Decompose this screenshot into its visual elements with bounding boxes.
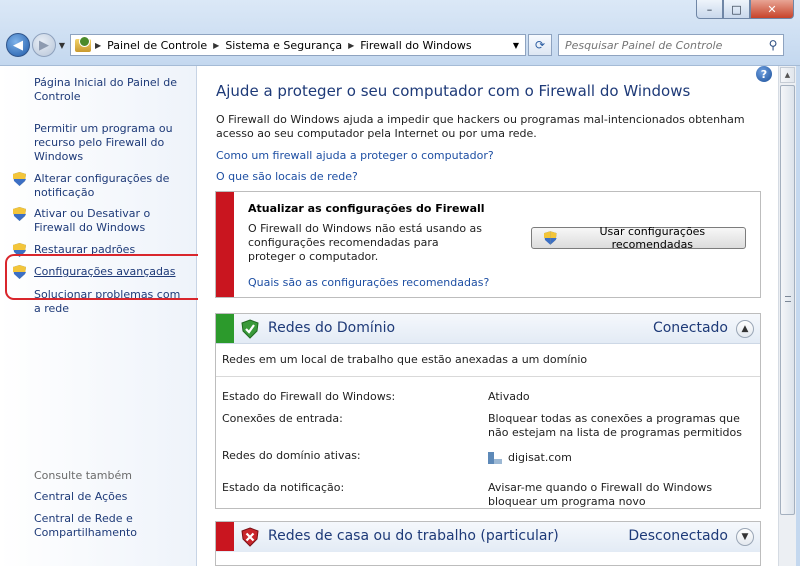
- home-panel-status: Desconectado: [628, 528, 728, 544]
- close-button[interactable]: ✕: [750, 0, 794, 19]
- sidebar-item-allow-program[interactable]: Permitir um programa ou recurso pelo Fir…: [34, 122, 184, 164]
- shield-check-icon: [241, 319, 259, 339]
- chevron-up-icon[interactable]: ▲: [736, 320, 754, 338]
- chevron-down-icon[interactable]: ▼: [736, 528, 754, 546]
- see-also-action-center[interactable]: Central de Ações: [34, 490, 184, 504]
- active-domain-networks-label: Redes do domínio ativas:: [222, 449, 361, 462]
- chevron-right-icon[interactable]: ▶: [95, 41, 101, 50]
- breadcrumb-firewall[interactable]: Firewall do Windows: [360, 39, 471, 52]
- incoming-connections-label: Conexões de entrada:: [222, 412, 343, 425]
- search-icon[interactable]: ⚲: [763, 38, 783, 52]
- chevron-right-icon[interactable]: ▶: [213, 41, 219, 50]
- see-also-network-center[interactable]: Central de Rede e Compartilhamento: [34, 512, 154, 540]
- see-also-heading: Consulte também: [34, 469, 132, 482]
- link-network-locations[interactable]: O que são locais de rede?: [216, 170, 358, 183]
- firewall-state-label: Estado do Firewall do Windows:: [222, 390, 396, 403]
- chevron-right-icon[interactable]: ▶: [348, 41, 354, 50]
- page-title: Ajude a proteger o seu computador com o …: [216, 82, 691, 100]
- sidebar-item-notifications[interactable]: Alterar configurações de notificação: [34, 172, 184, 200]
- update-panel-text: O Firewall do Windows não está usando as…: [248, 222, 483, 263]
- breadcrumb-control-panel[interactable]: Painel de Controle: [107, 39, 207, 52]
- status-bar: [216, 522, 234, 551]
- notification-state-label: Estado da notificação:: [222, 481, 345, 494]
- breadcrumb-system-security[interactable]: Sistema e Segurança: [225, 39, 342, 52]
- divider: [216, 376, 760, 377]
- uac-shield-icon: [13, 172, 26, 186]
- scroll-up-button[interactable]: ▲: [780, 67, 795, 83]
- home-panel-title: Redes de casa ou do trabalho (particular…: [268, 528, 559, 544]
- domain-panel-description: Redes em um local de trabalho que estão …: [222, 353, 588, 366]
- main-content: ? Ajude a proteger o seu computador com …: [198, 66, 778, 566]
- domain-networks-panel: Redes do Domínio Conectado ▲ Redes em um…: [215, 313, 761, 509]
- uac-shield-icon: [13, 207, 26, 221]
- uac-shield-icon: [544, 231, 557, 245]
- domain-name: digisat.com: [508, 451, 572, 464]
- window-controls: – □ ✕: [696, 0, 794, 19]
- forward-button[interactable]: ▶: [32, 33, 56, 57]
- use-recommended-settings-label: Usar configurações recomendadas: [599, 225, 706, 251]
- highlight-annotation: [5, 254, 210, 300]
- window-chrome: – □ ✕ ◀ ▶ ▼ ▶ Painel de Controle ▶ Siste…: [0, 0, 800, 66]
- active-domain-networks-value: digisat.com: [488, 451, 753, 465]
- domain-panel-title: Redes do Domínio: [268, 320, 396, 336]
- home-work-networks-panel: Redes de casa ou do trabalho (particular…: [215, 521, 761, 566]
- sidebar-item-toggle-firewall[interactable]: Ativar ou Desativar o Firewall do Window…: [34, 207, 184, 235]
- firewall-state-value: Ativado: [488, 390, 530, 403]
- network-icon: [488, 452, 502, 464]
- update-settings-panel: Atualizar as configurações do Firewall O…: [215, 191, 761, 298]
- update-panel-title: Atualizar as configurações do Firewall: [248, 202, 485, 215]
- page-description: O Firewall do Windows ajuda a impedir qu…: [216, 113, 745, 140]
- shield-x-icon: [241, 527, 259, 547]
- help-icon[interactable]: ?: [756, 66, 772, 82]
- use-recommended-settings-button[interactable]: Usar configurações recomendadas: [531, 225, 746, 251]
- address-bar[interactable]: ▶ Painel de Controle ▶ Sistema e Seguran…: [70, 34, 526, 56]
- incoming-connections-value: Bloquear todas as conexões a programas q…: [488, 412, 742, 439]
- scroll-thumb[interactable]: [780, 85, 795, 515]
- address-dropdown-icon[interactable]: ▼: [507, 41, 525, 50]
- alert-bar: [216, 192, 234, 297]
- sidebar-item-control-panel-home[interactable]: Página Inicial do Painel de Controle: [34, 76, 184, 104]
- vertical-scrollbar[interactable]: ▲: [778, 66, 796, 566]
- minimize-button[interactable]: –: [696, 0, 723, 19]
- window-frame: [796, 66, 800, 566]
- domain-panel-status: Conectado: [652, 320, 728, 336]
- left-navigation-pane: Página Inicial do Painel de Controle Per…: [0, 66, 197, 566]
- history-dropdown-icon[interactable]: ▼: [56, 41, 68, 50]
- search-box[interactable]: ⚲: [558, 34, 784, 56]
- navigation-bar: ◀ ▶ ▼ ▶ Painel de Controle ▶ Sistema e S…: [6, 32, 794, 58]
- back-button[interactable]: ◀: [6, 33, 30, 57]
- link-recommended-settings[interactable]: Quais são as configurações recomendadas?: [248, 276, 489, 289]
- maximize-button[interactable]: □: [723, 0, 750, 19]
- control-panel-icon: [75, 35, 91, 52]
- link-how-firewall-helps[interactable]: Como um firewall ajuda a proteger o comp…: [216, 149, 494, 162]
- notification-state-value: Avisar-me quando o Firewall do Windows b…: [488, 481, 713, 508]
- status-bar: [216, 314, 234, 343]
- refresh-button[interactable]: ⟳: [528, 34, 552, 56]
- home-panel-header[interactable]: Redes de casa ou do trabalho (particular…: [216, 522, 760, 552]
- search-input[interactable]: [565, 38, 763, 52]
- domain-panel-header[interactable]: Redes do Domínio Conectado ▲: [216, 314, 760, 344]
